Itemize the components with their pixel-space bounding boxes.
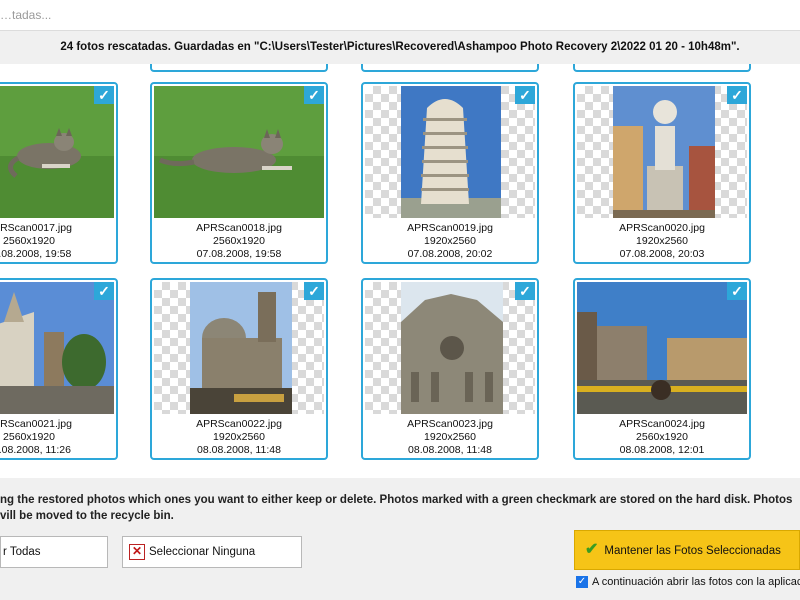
photo-dimensions: 2560x1920 — [636, 431, 688, 443]
green-checkmark-icon: ✔ — [585, 541, 599, 558]
select-none-label: Seleccionar Ninguna — [149, 546, 256, 558]
checkmark-icon[interactable]: ✓ — [94, 282, 114, 300]
instructions-line: vill be moved to the recycle bin. — [0, 510, 174, 522]
checkmark-icon[interactable]: ✓ — [727, 86, 747, 104]
photo-date: 08.08.2008, 11:48 — [408, 444, 492, 456]
photo-filename: APRScan0024.jpg — [619, 418, 705, 430]
photo-thumbnail — [0, 86, 114, 218]
photo-filename: APRScan0023.jpg — [407, 418, 493, 430]
window-title: …tadas... — [0, 8, 52, 22]
photo-thumbnail — [154, 282, 324, 414]
photo-filename: APRScan0021.jpg — [0, 418, 72, 430]
checkmark-icon[interactable]: ✓ — [304, 86, 324, 104]
keep-selected-label: Mantener las Fotos Seleccionadas — [604, 545, 781, 557]
open-after-checkbox[interactable]: ✓ — [576, 576, 588, 589]
photo-card[interactable]: ✓ APRScan0023.jpg 1920x2560 08.08.2008, … — [361, 278, 539, 460]
photo-thumbnail — [365, 282, 535, 414]
photo-dimensions: 2560x1920 — [3, 431, 55, 443]
info-bar: 24 fotos rescatadas. Guardadas en "C:\Us… — [0, 31, 800, 64]
checkmark-icon[interactable]: ✓ — [94, 86, 114, 104]
photo-dimensions: 1920x2560 — [213, 431, 265, 443]
photo-dimensions: 1920x2560 — [424, 431, 476, 443]
photo-date: 08.08.2008, 12:01 — [619, 444, 705, 456]
photo-filename: APRScan0020.jpg — [619, 222, 705, 234]
checkmark-icon[interactable]: ✓ — [515, 86, 535, 104]
photo-thumbnail — [577, 86, 747, 218]
checkmark-icon[interactable]: ✓ — [304, 282, 324, 300]
instructions-text: ng the restored photos which ones you wa… — [0, 492, 800, 524]
photo-card[interactable]: ✓ APRScan0024.jpg 2560x1920 08.08.2008, … — [573, 278, 751, 460]
photo-card[interactable]: ✓ APRScan0018.jpg 2560x1920 07.08.2008, … — [150, 82, 328, 264]
photo-filename: APRScan0017.jpg — [0, 222, 72, 234]
open-after-option[interactable]: ✓ A continuación abrir las fotos con la a… — [576, 575, 800, 589]
previous-row-card — [361, 64, 539, 72]
instructions-line: ng the restored photos which ones you wa… — [0, 494, 793, 506]
previous-row-card — [150, 64, 328, 72]
photo-date: 07.08.2008, 19:58 — [0, 248, 72, 260]
photo-filename: APRScan0019.jpg — [407, 222, 493, 234]
title-bar: …tadas... — [0, 0, 800, 31]
photo-dimensions: 1920x2560 — [424, 235, 476, 247]
photo-thumbnail — [365, 86, 535, 218]
photo-card[interactable]: ✓ APRScan0017.jpg 2560x1920 07.08.2008, … — [0, 82, 118, 264]
photo-card[interactable]: ✓ APRScan0019.jpg 1920x2560 07.08.2008, … — [361, 82, 539, 264]
photo-card[interactable]: ✓ APRScan0022.jpg 1920x2560 08.08.2008, … — [150, 278, 328, 460]
open-after-label: A continuación abrir las fotos con la ap… — [592, 576, 800, 588]
photo-dimensions: 2560x1920 — [3, 235, 55, 247]
photo-card[interactable]: ✓ APRScan0021.jpg 2560x1920 08.08.2008, … — [0, 278, 118, 460]
photo-thumbnail — [0, 282, 114, 414]
photo-date: 08.08.2008, 11:26 — [0, 444, 71, 456]
checkmark-icon[interactable]: ✓ — [727, 282, 747, 300]
photo-date: 07.08.2008, 20:03 — [619, 248, 705, 260]
photo-date: 08.08.2008, 11:48 — [197, 444, 281, 456]
select-none-button[interactable]: ✕ Seleccionar Ninguna — [122, 536, 302, 568]
photo-card[interactable]: ✓ APRScan0020.jpg 1920x2560 07.08.2008, … — [573, 82, 751, 264]
checkmark-icon[interactable]: ✓ — [515, 282, 535, 300]
photo-gallery[interactable]: ✓ APRScan0017.jpg 2560x1920 07.08.2008, … — [0, 64, 800, 478]
photo-filename: APRScan0018.jpg — [196, 222, 282, 234]
previous-row-card — [573, 64, 751, 72]
photo-date: 07.08.2008, 19:58 — [196, 248, 282, 260]
keep-selected-button[interactable]: ✔ Mantener las Fotos Seleccionadas — [574, 530, 800, 570]
select-all-button[interactable]: r Todas — [0, 536, 108, 568]
photo-date: 07.08.2008, 20:02 — [407, 248, 493, 260]
select-all-label: r Todas — [3, 546, 41, 558]
photo-dimensions: 1920x2560 — [636, 235, 688, 247]
photo-filename: APRScan0022.jpg — [196, 418, 282, 430]
photo-dimensions: 2560x1920 — [213, 235, 265, 247]
photo-thumbnail — [577, 282, 747, 414]
photo-thumbnail — [154, 86, 324, 218]
red-x-icon: ✕ — [129, 543, 145, 560]
